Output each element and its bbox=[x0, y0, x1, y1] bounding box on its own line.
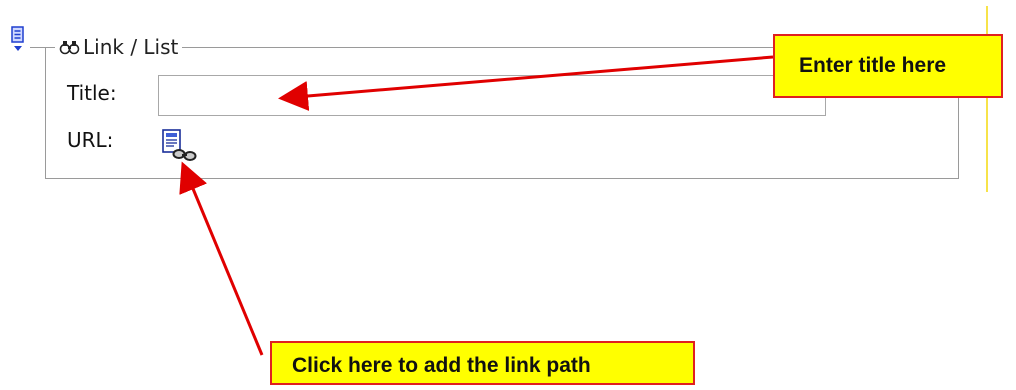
groupbox-title: Link / List bbox=[83, 35, 179, 59]
title-label: Title: bbox=[67, 81, 117, 105]
url-arrow bbox=[179, 161, 264, 356]
url-label: URL: bbox=[67, 128, 114, 152]
groupbox-border-segment bbox=[30, 47, 46, 48]
binoculars-icon bbox=[59, 41, 80, 55]
groupbox-legend: Link / List bbox=[55, 34, 183, 60]
title-callout: Enter title here bbox=[773, 34, 1003, 98]
url-callout: Click here to add the link path bbox=[270, 341, 695, 385]
page-menu-icon[interactable] bbox=[9, 26, 27, 54]
link-document-icon[interactable] bbox=[160, 128, 200, 166]
title-input[interactable] bbox=[158, 75, 826, 116]
